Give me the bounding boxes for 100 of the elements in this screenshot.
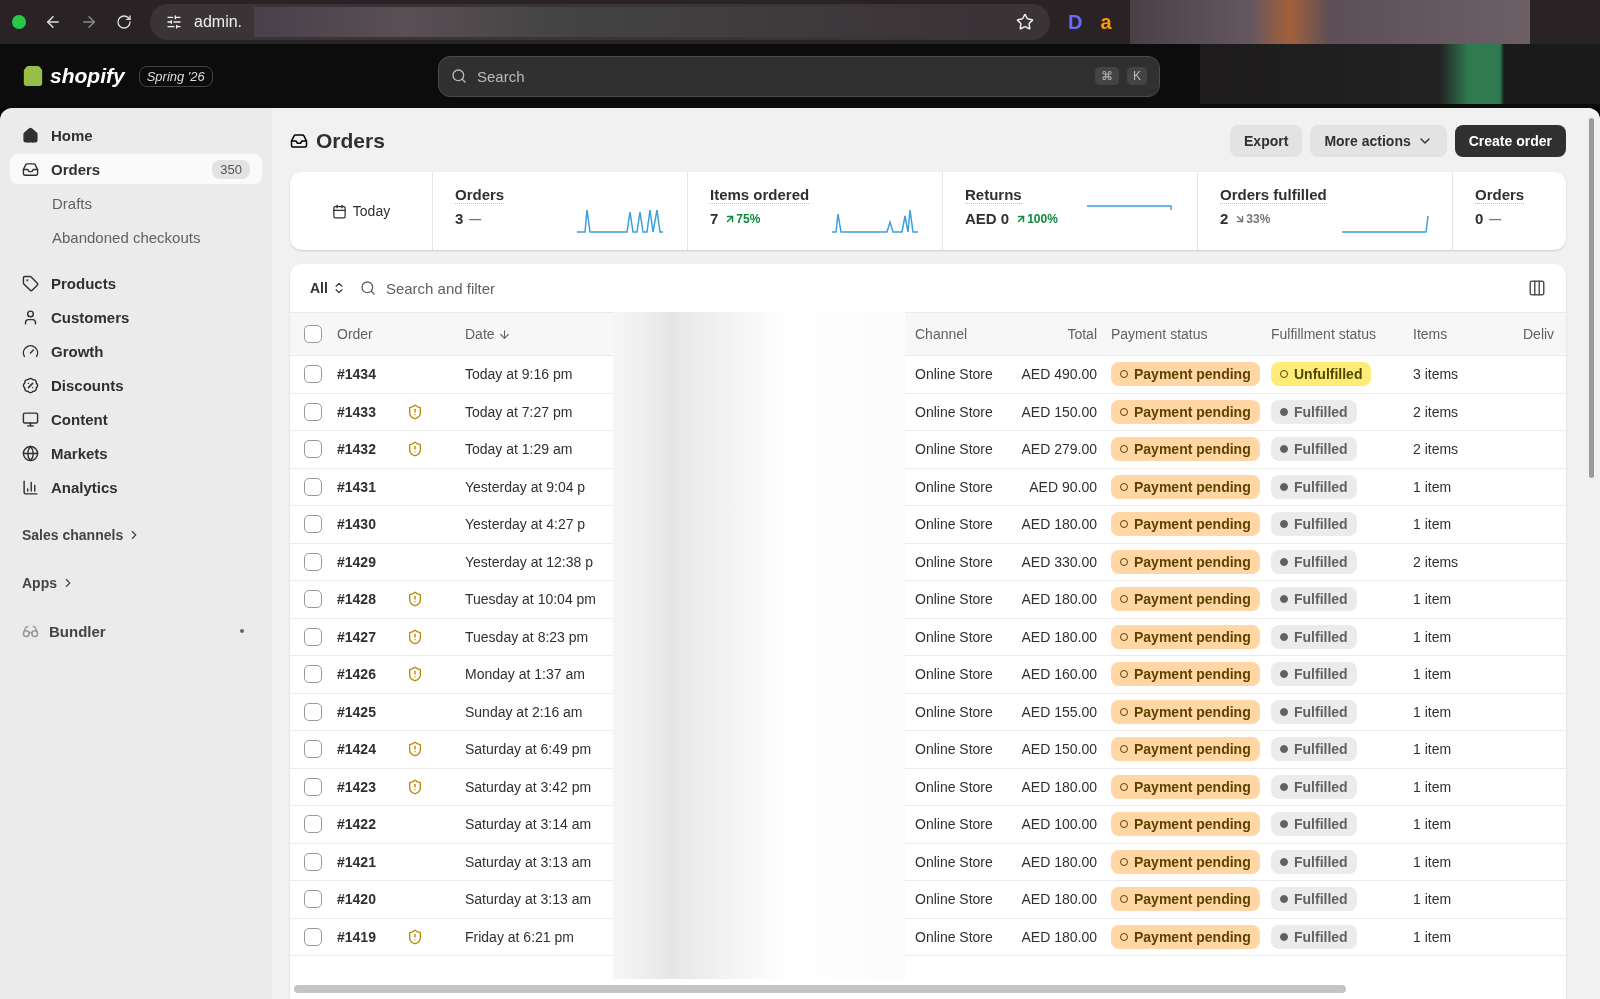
more-actions-button[interactable]: More actions xyxy=(1310,125,1447,157)
metric-label: Returns xyxy=(965,186,1022,204)
tag-icon xyxy=(22,274,39,292)
sidebar-item[interactable]: Products xyxy=(10,268,262,298)
view-selector[interactable]: All xyxy=(310,280,346,296)
row-checkbox[interactable] xyxy=(304,440,322,459)
sidebar-item[interactable]: Markets xyxy=(10,438,262,468)
row-checkbox[interactable] xyxy=(304,702,322,721)
row-checkbox[interactable] xyxy=(304,365,322,384)
order-number[interactable]: #1431 xyxy=(337,478,376,495)
order-number[interactable]: #1419 xyxy=(337,928,376,945)
table-cell: Saturday at 6:49 pm xyxy=(465,741,592,758)
payment-status-badge: Payment pending xyxy=(1111,362,1260,387)
address-bar[interactable]: admin. xyxy=(150,4,1050,40)
sidebar-item[interactable]: Home xyxy=(10,120,262,150)
row-checkbox[interactable] xyxy=(304,890,322,909)
row-checkbox[interactable] xyxy=(304,815,322,834)
order-number[interactable]: #1430 xyxy=(337,516,376,533)
search-field[interactable]: Search ⌘ K xyxy=(438,55,1160,97)
table-cell-text: AED 330.00 xyxy=(1021,553,1098,570)
column-header[interactable]: Items xyxy=(1413,326,1448,342)
payment-status-badge: Payment pending xyxy=(1111,699,1260,724)
column-header[interactable]: Payment status xyxy=(1111,326,1208,342)
horizontal-scrollbar[interactable] xyxy=(294,985,1346,993)
sidebar-app-item[interactable]: Bundler xyxy=(10,616,262,646)
forward-icon[interactable] xyxy=(80,13,98,31)
row-checkbox[interactable] xyxy=(304,590,322,609)
sidebar-item[interactable]: Discounts xyxy=(10,370,262,400)
trend-indicator: — xyxy=(469,211,482,226)
site-settings-icon[interactable] xyxy=(166,14,182,30)
column-header[interactable]: Fulfillment status xyxy=(1271,326,1377,342)
order-number[interactable]: #1432 xyxy=(337,441,376,458)
reload-icon[interactable] xyxy=(116,14,132,30)
shortcut-key: ⌘ xyxy=(1095,67,1119,85)
row-checkbox[interactable] xyxy=(304,627,322,646)
fulfillment-status-badge: Fulfilled xyxy=(1271,399,1357,424)
table-cell: Online Store xyxy=(915,553,993,570)
row-checkbox[interactable] xyxy=(304,402,322,421)
vertical-scrollbar[interactable] xyxy=(1589,118,1594,478)
metric-label: Orders xyxy=(455,186,505,204)
metric-label: Orders fulfilled xyxy=(1220,186,1327,204)
table-cell: Saturday at 3:14 am xyxy=(465,816,592,833)
payment-status-badge: Payment pending xyxy=(1111,662,1260,687)
edition-badge: Spring '26 xyxy=(138,65,213,87)
row-checkbox[interactable] xyxy=(304,777,322,796)
order-number[interactable]: #1420 xyxy=(337,891,376,908)
extension-icon[interactable]: a xyxy=(1100,10,1112,34)
order-number[interactable]: #1421 xyxy=(337,853,376,870)
bookmark-star-icon[interactable] xyxy=(1016,13,1034,31)
sidebar-item[interactable]: Orders 350 xyxy=(10,154,262,184)
export-button[interactable]: Export xyxy=(1230,125,1303,157)
table-cell: 1 item xyxy=(1413,666,1452,683)
sidebar-subitem[interactable]: Abandoned checkouts xyxy=(10,222,262,252)
row-checkbox[interactable] xyxy=(304,552,322,571)
table-cell: Online Store xyxy=(915,366,993,383)
row-checkbox[interactable] xyxy=(304,740,322,759)
column-header[interactable]: Total xyxy=(1067,326,1111,342)
order-number[interactable]: #1423 xyxy=(337,778,376,795)
extension-icon[interactable]: D xyxy=(1068,10,1083,34)
order-number[interactable]: #1426 xyxy=(337,666,376,683)
back-icon[interactable] xyxy=(44,13,62,31)
window-close-dot[interactable] xyxy=(12,15,26,29)
select-all-checkbox[interactable] xyxy=(304,325,322,343)
table-cell: Tuesday at 10:04 pm xyxy=(465,591,596,608)
column-header[interactable]: Date xyxy=(465,326,511,342)
columns-icon[interactable] xyxy=(1528,279,1546,297)
order-number[interactable]: #1434 xyxy=(337,366,376,383)
column-header[interactable]: Order xyxy=(337,326,373,342)
row-checkbox[interactable] xyxy=(304,477,322,496)
sidebar-item[interactable]: Customers xyxy=(10,302,262,332)
sort-down-arrow-icon xyxy=(497,327,511,341)
order-number[interactable]: #1433 xyxy=(337,403,376,420)
table-cell: Tuesday at 8:23 pm xyxy=(465,628,589,645)
sidebar-section-link[interactable]: Apps xyxy=(10,568,262,598)
order-number[interactable]: #1424 xyxy=(337,741,376,758)
create-order-button[interactable]: Create order xyxy=(1454,125,1566,157)
sidebar-item[interactable]: Analytics xyxy=(10,472,262,502)
table-cell-text: AED 180.00 xyxy=(1021,853,1098,870)
order-number[interactable]: #1422 xyxy=(337,816,376,833)
sidebar-item[interactable]: Growth xyxy=(10,336,262,366)
order-number[interactable]: #1427 xyxy=(337,628,376,645)
table-cell-text: AED 150.00 xyxy=(1021,741,1098,758)
column-header[interactable]: Deliv xyxy=(1523,326,1555,342)
sidebar-subitem[interactable]: Drafts xyxy=(10,188,262,218)
sidebar-section-link[interactable]: Sales channels xyxy=(10,520,262,550)
sidebar-item[interactable]: Content xyxy=(10,404,262,434)
fulfillment-status-badge: Fulfilled xyxy=(1271,774,1357,799)
order-number[interactable]: #1428 xyxy=(337,591,376,608)
order-number[interactable]: #1425 xyxy=(337,703,376,720)
row-checkbox[interactable] xyxy=(304,852,322,871)
row-checkbox[interactable] xyxy=(304,515,322,534)
home-icon xyxy=(22,126,39,144)
search-input[interactable]: Search xyxy=(475,66,1087,86)
payment-status-badge: Payment pending xyxy=(1111,512,1260,537)
table-cell: 2 items xyxy=(1413,403,1459,420)
column-header[interactable]: Channel xyxy=(915,326,968,342)
order-number[interactable]: #1429 xyxy=(337,553,376,570)
row-checkbox[interactable] xyxy=(304,665,322,684)
date-period-button[interactable]: Today xyxy=(290,172,433,250)
row-checkbox[interactable] xyxy=(304,927,322,946)
